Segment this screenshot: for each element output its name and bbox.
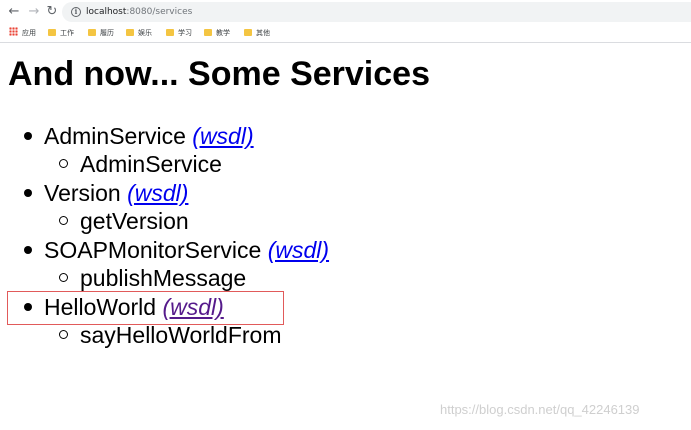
wsdl-link[interactable]: (wsdl)	[268, 237, 329, 263]
url-path: :8080/services	[126, 7, 193, 17]
bookmark-folder-teaching[interactable]: 教学	[204, 27, 230, 39]
bookmarks-bar: 应用 工作 履历 娱乐 学习 教学 其他	[0, 24, 691, 43]
service-method: sayHelloWorldFrom	[80, 322, 282, 348]
bookmark-label: 其他	[256, 29, 270, 37]
service-name: HelloWorld	[44, 294, 157, 320]
wsdl-link[interactable]: (wsdl)	[192, 123, 253, 149]
bookmark-folder-entertainment[interactable]: 娱乐	[126, 27, 152, 39]
list-bullet	[24, 303, 32, 311]
bookmark-apps[interactable]: 应用	[9, 27, 36, 39]
bookmark-label: 工作	[60, 29, 74, 37]
forward-arrow-icon[interactable]: →	[26, 4, 42, 20]
service-item: Version (wsdl)	[44, 179, 188, 207]
page-title: And now... Some Services	[8, 55, 430, 93]
list-circle	[59, 216, 68, 225]
service-name: SOAPMonitorService	[44, 237, 262, 263]
bookmark-folder-other[interactable]: 其他	[244, 27, 270, 39]
service-item: AdminService (wsdl)	[44, 122, 254, 150]
reload-icon[interactable]: ↻	[44, 4, 60, 20]
url-text[interactable]: localhost:8080/services	[86, 5, 192, 19]
service-name: AdminService	[44, 123, 186, 149]
list-circle	[59, 330, 68, 339]
bookmark-label: 学习	[178, 29, 192, 37]
wsdl-link[interactable]: (wsdl)	[127, 180, 188, 206]
url-host: localhost	[86, 7, 127, 17]
service-item: HelloWorld (wsdl)	[44, 293, 224, 321]
browser-toolbar: ← → ↻ i localhost:8080/services	[0, 0, 691, 24]
list-bullet	[24, 132, 32, 140]
service-method: getVersion	[80, 208, 189, 234]
address-bar[interactable]: i localhost:8080/services	[62, 2, 691, 22]
folder-icon	[48, 29, 56, 36]
bookmark-label: 娱乐	[138, 29, 152, 37]
bookmark-folder-study[interactable]: 学习	[166, 27, 192, 39]
site-info-icon[interactable]: i	[71, 7, 81, 17]
wsdl-link-visited[interactable]: (wsdl)	[162, 294, 223, 320]
apps-grid-icon	[9, 27, 18, 36]
bookmark-folder-resume[interactable]: 履历	[88, 27, 114, 39]
folder-icon	[204, 29, 212, 36]
bookmark-label: 履历	[100, 29, 114, 37]
folder-icon	[88, 29, 96, 36]
bookmark-label: 教学	[216, 29, 230, 37]
watermark-text: https://blog.csdn.net/qq_42246139	[440, 402, 640, 417]
back-arrow-icon[interactable]: ←	[6, 4, 22, 20]
service-method: publishMessage	[80, 265, 247, 291]
bookmark-label: 应用	[22, 29, 36, 37]
folder-icon	[166, 29, 174, 36]
list-circle	[59, 159, 68, 168]
folder-icon	[126, 29, 134, 36]
service-item: SOAPMonitorService (wsdl)	[44, 236, 329, 264]
service-name: Version	[44, 180, 121, 206]
service-method: AdminService	[80, 151, 222, 177]
list-bullet	[24, 189, 32, 197]
list-bullet	[24, 246, 32, 254]
list-circle	[59, 273, 68, 282]
folder-icon	[244, 29, 252, 36]
bookmark-folder-work[interactable]: 工作	[48, 27, 74, 39]
